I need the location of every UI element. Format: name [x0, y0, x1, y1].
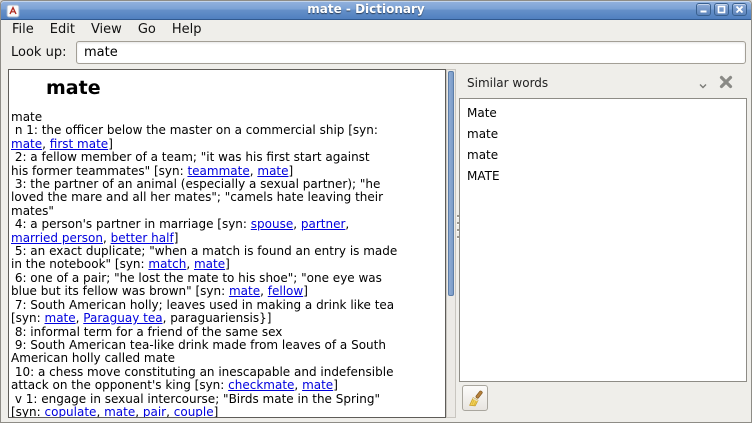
synonym-link[interactable]: mate	[257, 164, 288, 178]
scrollbar-thumb[interactable]	[448, 71, 454, 296]
similar-word-item[interactable]: mate	[460, 124, 746, 145]
sidebar-title: Similar words	[467, 76, 548, 90]
menu-item-help[interactable]: Help	[164, 20, 210, 40]
similar-word-item[interactable]: mate	[460, 145, 746, 166]
definition-line: his former teammates" [syn: teammate, ma…	[11, 165, 445, 178]
synonym-link[interactable]: spouse	[251, 217, 293, 231]
definition-line: 5: an exact duplicate; "when a match is …	[11, 245, 445, 258]
synonym-link[interactable]: couple	[174, 405, 214, 418]
titlebar[interactable]: mate - Dictionary	[1, 1, 751, 20]
vertical-scrollbar[interactable]	[446, 69, 456, 418]
definition-line: 7: South American holly; leaves used in …	[11, 299, 445, 312]
similar-words-list[interactable]: MatematemateMATE	[459, 98, 747, 382]
definition-line: mate, first mate]	[11, 138, 445, 151]
menu-item-file[interactable]: File	[4, 20, 42, 40]
definition-line: in the notebook" [syn: match, mate]	[11, 258, 445, 271]
chevron-down-icon[interactable]	[697, 77, 709, 89]
synonym-link[interactable]: Paraguay tea	[83, 311, 162, 325]
broom-icon	[467, 390, 484, 407]
close-icon	[717, 73, 735, 91]
sidebar-header: Similar words	[460, 71, 747, 96]
minimize-button[interactable]	[696, 3, 711, 16]
definition-line: n 1: the officer below the master on a c…	[11, 124, 445, 137]
definition-line: 6: one of a pair; "he lost the mate to h…	[11, 272, 445, 285]
definition-line: mate	[11, 111, 445, 124]
synonym-link[interactable]: mate	[302, 378, 333, 392]
similar-word-item[interactable]: Mate	[460, 103, 746, 124]
dictionary-window: mate - Dictionary FileEditViewGoHelp Loo…	[0, 0, 752, 423]
definition-line: 4: a person's partner in marriage [syn: …	[11, 218, 445, 231]
lookup-input[interactable]	[76, 41, 746, 64]
window-title: mate - Dictionary	[41, 1, 691, 19]
definition-line: [syn: mate, Paraguay tea, paraguariensis…	[11, 312, 445, 325]
synonym-link[interactable]: mate	[194, 257, 225, 271]
dictionary-app-icon	[6, 3, 20, 17]
definition-line: American holly called mate	[11, 352, 445, 365]
definition-line: 9: South American tea-like drink made fr…	[11, 339, 445, 352]
headword: mate	[46, 77, 445, 99]
synonym-link[interactable]: better half	[111, 231, 174, 245]
lookup-label: Look up:	[11, 45, 66, 60]
clear-button[interactable]	[462, 385, 488, 411]
synonym-link[interactable]: partner	[301, 217, 346, 231]
definition-line: blue but its fellow was brown" [syn: mat…	[11, 285, 445, 298]
definition-view[interactable]: mate mate n 1: the officer below the mas…	[8, 69, 446, 418]
definition-body: mate n 1: the officer below the master o…	[9, 111, 445, 418]
menubar: FileEditViewGoHelp	[1, 20, 751, 40]
maximize-icon	[717, 5, 726, 14]
definition-line: 2: a fellow member of a team; "it was hi…	[11, 151, 445, 164]
similar-word-item[interactable]: MATE	[460, 166, 746, 187]
menu-item-go[interactable]: Go	[130, 20, 164, 40]
synonym-link[interactable]: copulate	[45, 405, 97, 418]
definition-line: 8: informal term for a friend of the sam…	[11, 326, 445, 339]
synonym-link[interactable]: first mate	[50, 137, 108, 151]
synonym-link[interactable]: mate	[45, 311, 76, 325]
definition-line: loved the mare and all her mates"; "came…	[11, 191, 445, 204]
synonym-link[interactable]: mate	[104, 405, 135, 418]
synonym-link[interactable]: mate	[229, 284, 260, 298]
definition-line: attack on the opponent's king [syn: chec…	[11, 379, 445, 392]
synonym-link[interactable]: fellow	[268, 284, 303, 298]
minimize-icon	[699, 5, 708, 14]
synonym-link[interactable]: checkmate	[228, 378, 294, 392]
definition-line: v 1: engage in sexual intercourse; "Bird…	[11, 393, 445, 406]
definition-line: [syn: copulate, mate, pair, couple]	[11, 406, 445, 418]
definition-line: 10: a chess move constituting an inescap…	[11, 366, 445, 379]
close-button[interactable]	[732, 3, 747, 16]
close-icon	[735, 5, 744, 14]
window-controls	[696, 3, 747, 16]
definition-line: mates"	[11, 205, 445, 218]
synonym-link[interactable]: mate	[11, 137, 42, 151]
close-sidebar-button[interactable]	[717, 73, 735, 91]
menu-item-view[interactable]: View	[83, 20, 130, 40]
definition-line: 3: the partner of an animal (especially …	[11, 178, 445, 191]
definition-line: married person, better half]	[11, 232, 445, 245]
maximize-button[interactable]	[714, 3, 729, 16]
synonym-link[interactable]: married person	[11, 231, 103, 245]
synonym-link[interactable]: match	[148, 257, 186, 271]
synonym-link[interactable]: pair	[143, 405, 166, 418]
menu-item-edit[interactable]: Edit	[42, 20, 83, 40]
synonym-link[interactable]: teammate	[187, 164, 249, 178]
